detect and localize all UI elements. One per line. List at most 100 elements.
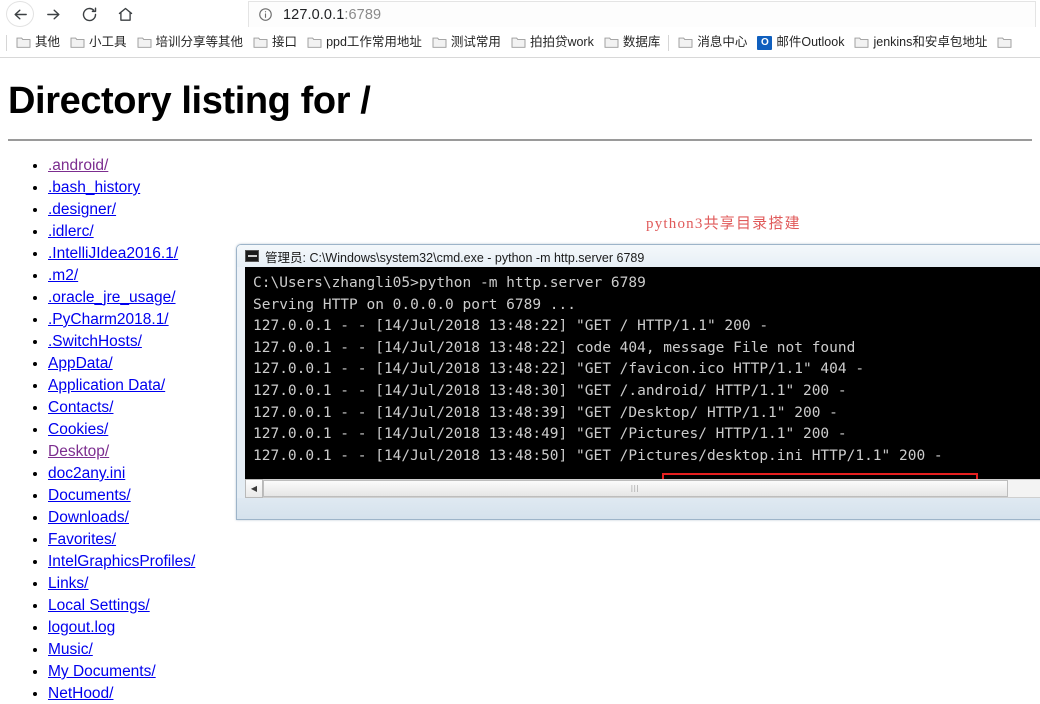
bookmark-item[interactable]: 培训分享等其他 (133, 32, 250, 54)
bookmark-item[interactable]: O 邮件Outlook (753, 32, 850, 54)
list-item: My Documents/ (48, 661, 1040, 683)
bookmarks-container: 其他 小工具 培训分享等其他 接口 ppd工作常用地址 测试常用 拍拍贷work 数据库 消息中… (12, 32, 1022, 54)
list-item: .android/ (48, 155, 1040, 177)
folder-icon (997, 37, 1012, 48)
directory-link[interactable]: .m2/ (48, 267, 78, 284)
console-line: Serving HTTP on 0.0.0.0 port 6789 ... (253, 296, 577, 313)
bookmark-label: jenkins和安卓包地址 (873, 35, 988, 50)
directory-link[interactable]: .android/ (48, 157, 108, 174)
directory-link[interactable]: Contacts/ (48, 399, 113, 416)
cmd-title-text: 管理员: C:\Windows\system32\cmd.exe - pytho… (265, 250, 645, 265)
list-item: Music/ (48, 639, 1040, 661)
bookmark-label: 数据库 (622, 35, 661, 50)
folder-icon (70, 37, 85, 48)
directory-link[interactable]: My Documents/ (48, 663, 156, 680)
bookmark-item[interactable]: 消息中心 (674, 32, 753, 54)
bookmark-item[interactable] (993, 32, 1022, 54)
back-button[interactable] (6, 1, 34, 27)
cmd-console-output: C:\Users\zhangli05>python -m http.server… (245, 267, 1040, 479)
bookmark-item[interactable]: ppd工作常用地址 (303, 32, 428, 54)
list-item: .designer/ (48, 199, 1040, 221)
bookmarks-bar: 其他 小工具 培训分享等其他 接口 ppd工作常用地址 测试常用 拍拍贷work 数据库 消息中… (0, 28, 1040, 57)
folder-icon (432, 37, 447, 48)
console-line: 127.0.0.1 - - [14/Jul/2018 13:48:22] cod… (253, 339, 856, 356)
bookmark-item[interactable]: 数据库 (600, 32, 667, 54)
scroll-left-arrow-icon[interactable]: ◀ (245, 479, 263, 498)
bookmark-item[interactable]: 测试常用 (428, 32, 507, 54)
list-item: .bash_history (48, 177, 1040, 199)
directory-link[interactable]: Documents/ (48, 487, 131, 504)
scrollbar-track[interactable]: ||| (263, 479, 1040, 498)
reload-icon (82, 7, 96, 21)
list-item: NetHood/ (48, 683, 1040, 704)
cmd-horizontal-scrollbar[interactable]: ◀ ||| (245, 479, 1040, 498)
bookmark-label: 拍拍贷work (529, 35, 594, 50)
bookmarks-separator (668, 34, 670, 51)
scrollbar-thumb[interactable]: ||| (263, 480, 1008, 497)
console-line: 127.0.0.1 - - [14/Jul/2018 13:48:49] "GE… (253, 426, 847, 443)
folder-icon (511, 37, 526, 48)
bookmark-label: 邮件Outlook (776, 35, 845, 50)
page-content: Directory listing for / .android/ .bash_h… (0, 58, 1040, 704)
home-icon (118, 7, 132, 21)
bookmark-item[interactable]: 小工具 (66, 32, 133, 54)
console-line: C:\Users\zhangli05>python -m http.server… (253, 275, 646, 291)
directory-link[interactable]: doc2any.ini (48, 465, 125, 482)
console-line: 127.0.0.1 - - [14/Jul/2018 13:48:22] "GE… (253, 361, 865, 378)
url-port: :6789 (344, 6, 382, 23)
list-item: .idlerc/ (48, 221, 1040, 243)
bookmark-label: 消息中心 (697, 35, 748, 50)
directory-link[interactable]: Favorites/ (48, 531, 116, 548)
browser-chrome: 127.0.0.1:6789 其他 小工具 培训分享等其他 接口 ppd工作常用地址 测试… (0, 0, 1040, 58)
directory-link[interactable]: IntelGraphicsProfiles/ (48, 553, 195, 570)
directory-link[interactable]: Music/ (48, 641, 93, 658)
directory-link[interactable]: .PyCharm2018.1/ (48, 311, 169, 328)
console-line: 127.0.0.1 - - [14/Jul/2018 13:48:22] "GE… (253, 318, 769, 335)
directory-link[interactable]: NetHood/ (48, 685, 113, 702)
reload-button[interactable] (75, 1, 103, 27)
directory-link[interactable]: .designer/ (48, 201, 116, 218)
list-item: Links/ (48, 573, 1040, 595)
scrollbar-grip-icon: ||| (631, 485, 640, 492)
directory-link[interactable]: .oracle_jre_usage/ (48, 289, 176, 306)
outlook-icon: O (757, 35, 773, 50)
list-item: Favorites/ (48, 529, 1040, 551)
bookmarks-separator (6, 34, 7, 51)
cmd-window-bottom-edge (237, 498, 1040, 519)
cmd-title-bar[interactable]: 管理员: C:\Windows\system32\cmd.exe - pytho… (237, 245, 1040, 267)
console-line: 127.0.0.1 - - [14/Jul/2018 13:48:50] "GE… (253, 447, 943, 464)
address-bar[interactable]: 127.0.0.1:6789 (248, 1, 1036, 27)
directory-link[interactable]: Links/ (48, 575, 89, 592)
folder-icon (604, 37, 619, 48)
directory-link[interactable]: logout.log (48, 619, 115, 636)
directory-link[interactable]: Application Data/ (48, 377, 165, 394)
cmd-window[interactable]: 管理员: C:\Windows\system32\cmd.exe - pytho… (236, 244, 1040, 520)
bookmark-item[interactable]: 其他 (12, 32, 66, 54)
list-item: IntelGraphicsProfiles/ (48, 551, 1040, 573)
list-item: Local Settings/ (48, 595, 1040, 617)
back-arrow-icon (13, 9, 27, 19)
home-button[interactable] (111, 1, 139, 27)
directory-link[interactable]: .IntelliJIdea2016.1/ (48, 245, 178, 262)
directory-link[interactable]: .SwitchHosts/ (48, 333, 142, 350)
bookmark-label: 接口 (272, 35, 298, 50)
directory-link[interactable]: Cookies/ (48, 421, 108, 438)
forward-button[interactable] (39, 1, 67, 27)
directory-link[interactable]: AppData/ (48, 355, 113, 372)
console-line: 127.0.0.1 - - [14/Jul/2018 13:48:30] "GE… (253, 382, 847, 399)
url-host: 127.0.0.1 (283, 6, 345, 23)
bookmark-item[interactable]: 接口 (249, 32, 303, 54)
folder-icon (137, 37, 151, 48)
directory-link[interactable]: .bash_history (48, 179, 140, 196)
bookmark-item[interactable]: 拍拍贷work (507, 32, 600, 54)
console-icon (245, 250, 259, 262)
directory-link[interactable]: Local Settings/ (48, 597, 150, 614)
folder-icon (678, 37, 693, 48)
browser-toolbar: 127.0.0.1:6789 (0, 0, 1040, 28)
bookmark-item[interactable]: jenkins和安卓包地址 (850, 32, 993, 54)
folder-icon (253, 37, 268, 48)
directory-link[interactable]: Desktop/ (48, 443, 109, 460)
directory-link[interactable]: .idlerc/ (48, 223, 94, 240)
directory-link[interactable]: Downloads/ (48, 509, 129, 526)
page-info-icon[interactable] (258, 7, 273, 22)
